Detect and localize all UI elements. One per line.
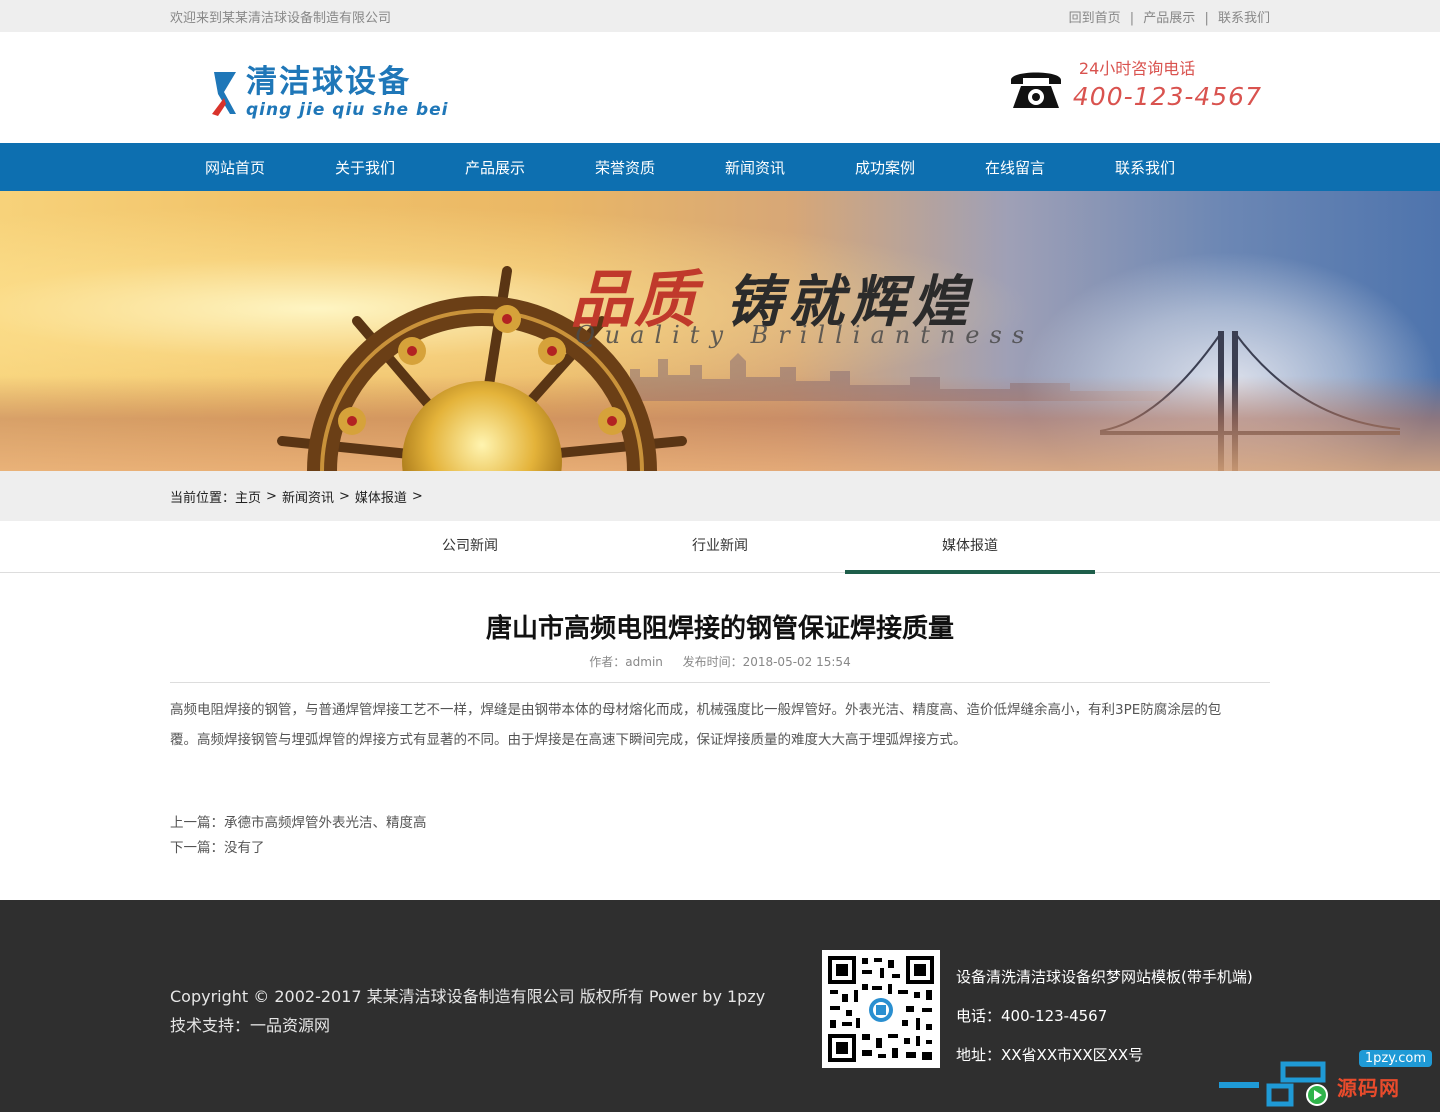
prev-article: 上一篇：承德市高频焊管外表光洁、精度高 xyxy=(170,811,1270,836)
footer-address: 地址：XX省XX市XX区XX号 xyxy=(956,1046,1144,1064)
site-footer: Copyright © 2002-2017 某某清洁球设备制造有限公司 版权所有… xyxy=(0,900,1440,1112)
phone-number: 400-123-4567 xyxy=(1072,82,1262,111)
article-title: 唐山市高频电阻焊接的钢管保证焊接质量 xyxy=(485,614,954,644)
qr-code-icon xyxy=(826,954,936,1064)
breadcrumb-home[interactable]: 主页 xyxy=(235,487,261,506)
next-article-text: 没有了 xyxy=(224,840,265,856)
nav-item-home[interactable]: 网站首页 xyxy=(170,157,300,178)
tab-industry-news[interactable]: 行业新闻 xyxy=(595,521,845,573)
article-date: 发布时间：2018-05-02 15:54 xyxy=(682,655,851,669)
phone-label: 24小时咨询电话 xyxy=(1078,59,1196,78)
watermark-logo-icon xyxy=(1219,1061,1328,1107)
copyright-text: Copyright © 2002-2017 某某清洁球设备制造有限公司 版权所有… xyxy=(170,987,766,1006)
nav-item-message[interactable]: 在线留言 xyxy=(950,157,1080,178)
phone-hotline: 24小时咨询电话 400-123-4567 xyxy=(1007,58,1262,114)
breadcrumb-separator: > xyxy=(266,488,277,504)
main-nav: 网站首页 关于我们 产品展示 荣誉资质 新闻资讯 成功案例 在线留言 联系我们 xyxy=(0,143,1440,191)
article: 唐山市高频电阻焊接的钢管保证焊接质量 作者：admin 发布时间：2018-05… xyxy=(0,573,1440,861)
footer-copyright: Copyright © 2002-2017 某某清洁球设备制造有限公司 版权所有… xyxy=(170,982,765,1040)
breadcrumb-separator: > xyxy=(411,488,423,504)
logo-pinyin-text: qing jie qiu she bei xyxy=(246,100,449,120)
top-links: 回到首页 | 产品展示 | 联系我们 xyxy=(1069,7,1270,26)
site-logo[interactable]: 清洁球设备 qing jie qiu she bei xyxy=(210,64,449,120)
top-link-separator: | xyxy=(1204,10,1209,26)
nav-item-cases[interactable]: 成功案例 xyxy=(820,157,950,178)
nav-item-products[interactable]: 产品展示 xyxy=(430,157,560,178)
watermark-text: 源码网 xyxy=(1337,1076,1400,1100)
next-article-label: 下一篇： xyxy=(170,840,224,856)
telephone-icon xyxy=(1010,72,1061,108)
footer-site-name: 设备清洗清洁球设备织梦网站模板(带手机端) xyxy=(956,968,1253,986)
watermark-url: 1pzy.com xyxy=(1358,1050,1432,1067)
tech-support-text: 技术支持：一品资源网 xyxy=(170,1016,331,1035)
banner-subtitle: Quality Brilliantness xyxy=(575,321,1035,349)
top-link-contact[interactable]: 联系我们 xyxy=(1218,11,1270,26)
breadcrumb-prefix: 当前位置： xyxy=(170,490,236,506)
breadcrumb-separator: > xyxy=(338,488,350,504)
nav-item-honors[interactable]: 荣誉资质 xyxy=(560,157,690,178)
breadcrumb: 当前位置： 主页 > 新闻资讯 > 媒体报道 > xyxy=(170,471,1270,521)
breadcrumb-news[interactable]: 新闻资讯 xyxy=(282,487,334,506)
article-paragraph-line: 覆。高频焊接钢管与埋弧焊管的焊接方式有显著的不同。由于焊接是在高速下瞬间完成，保… xyxy=(170,732,967,748)
logo-mark-icon xyxy=(212,72,236,116)
top-link-home[interactable]: 回到首页 xyxy=(1069,11,1121,26)
top-bar: 欢迎来到某某清洁球设备制造有限公司 回到首页 | 产品展示 | 联系我们 xyxy=(0,0,1440,32)
footer-phone: 电话：400-123-4567 xyxy=(956,1007,1108,1025)
breadcrumb-media[interactable]: 媒体报道 xyxy=(355,487,407,506)
article-body: 高频电阻焊接的钢管，与普通焊管焊接工艺不一样，焊缝是由钢带本体的母材熔化而成，机… xyxy=(170,695,1270,755)
banner-horizon xyxy=(0,376,1440,471)
tab-company-news[interactable]: 公司新闻 xyxy=(345,521,595,573)
article-paragraph-line: 高频电阻焊接的钢管，与普通焊管焊接工艺不一样，焊缝是由钢带本体的母材熔化而成，机… xyxy=(170,702,1222,718)
tab-media-reports[interactable]: 媒体报道 xyxy=(845,521,1095,574)
top-link-products[interactable]: 产品展示 xyxy=(1143,11,1195,26)
article-author: 作者：admin xyxy=(589,655,663,669)
watermark: 1pzy.com 源码网 xyxy=(1219,1050,1434,1108)
next-article: 下一篇：没有了 xyxy=(170,836,1270,861)
prev-article-link[interactable]: 承德市高频焊管外表光洁、精度高 xyxy=(224,815,427,831)
breadcrumb-bar: 当前位置： 主页 > 新闻资讯 > 媒体报道 > xyxy=(0,471,1440,521)
article-pagination: 上一篇：承德市高频焊管外表光洁、精度高 下一篇：没有了 xyxy=(170,811,1270,861)
nav-item-contact[interactable]: 联系我们 xyxy=(1080,157,1210,178)
top-link-separator: | xyxy=(1129,10,1135,26)
logo-chinese-text: 清洁球设备 xyxy=(246,64,411,100)
footer-contact: 设备清洗清洁球设备织梦网站模板(带手机端) 电话：400-123-4567 地址… xyxy=(956,958,1253,1075)
nav-item-news[interactable]: 新闻资讯 xyxy=(690,157,820,178)
article-meta: 作者：admin 发布时间：2018-05-02 15:54 xyxy=(170,653,1270,683)
site-header: 清洁球设备 qing jie qiu she bei 24小时咨询电话 400-… xyxy=(0,32,1440,143)
category-tabs: 公司新闻 行业新闻 媒体报道 xyxy=(0,521,1440,574)
welcome-text: 欢迎来到某某清洁球设备制造有限公司 xyxy=(170,10,392,26)
prev-article-label: 上一篇： xyxy=(170,815,224,831)
nav-item-about[interactable]: 关于我们 xyxy=(300,157,430,178)
qr-code xyxy=(822,950,940,1068)
hero-banner: 品质 铸就辉煌 Quality Brilliantness xyxy=(0,191,1440,471)
